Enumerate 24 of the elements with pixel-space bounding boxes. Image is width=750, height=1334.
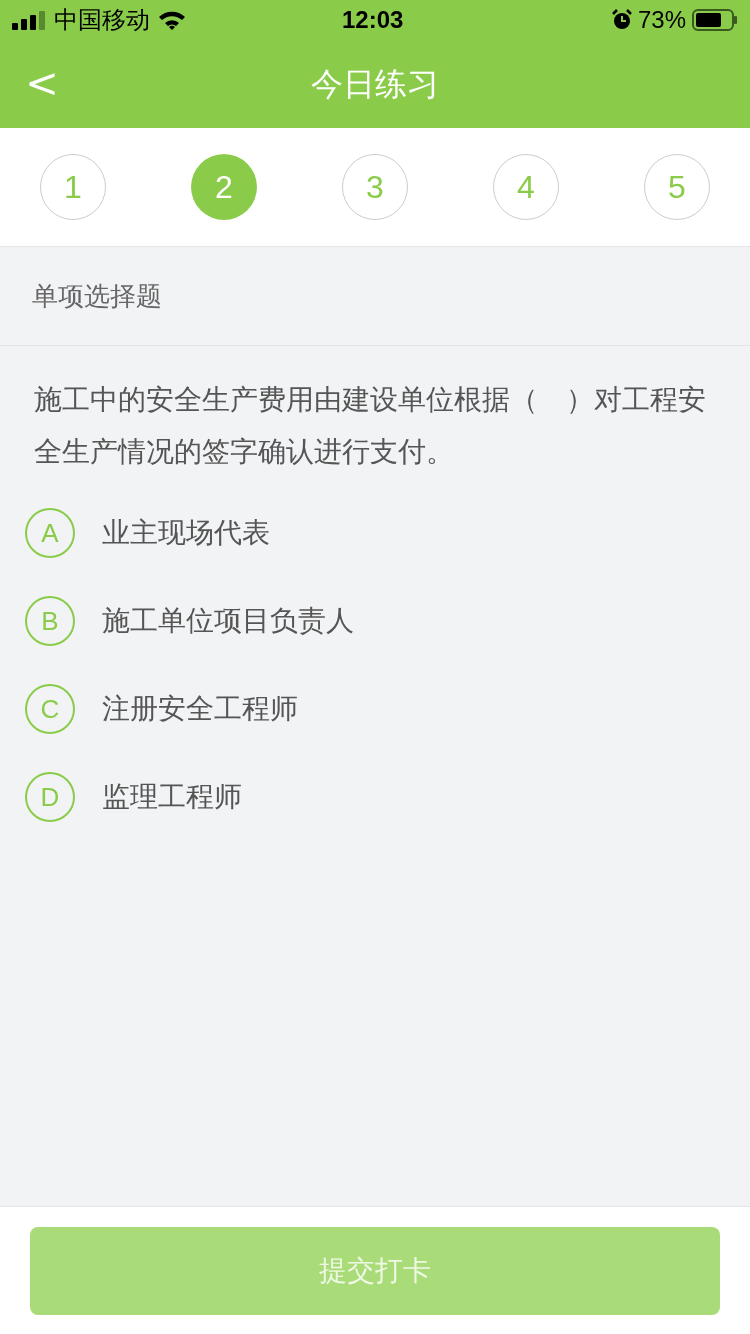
question-text: 施工中的安全生产费用由建设单位根据（ ）对工程安全生产情况的签字确认进行支付。: [33, 383, 707, 469]
section-label: 单项选择题: [32, 279, 162, 313]
question-number-tab[interactable]: 2: [191, 154, 257, 220]
question-number-tab[interactable]: 4: [493, 154, 559, 220]
wifi-icon: [158, 10, 186, 30]
option-letter[interactable]: C: [25, 684, 75, 734]
signal-icon: [12, 10, 48, 30]
option-text[interactable]: 施工单位项目负责人: [102, 600, 354, 642]
question-number-tab[interactable]: 1: [40, 154, 106, 220]
battery-percent: 73%: [637, 5, 686, 35]
page-title: 今日练习: [311, 65, 439, 104]
question-number-tab[interactable]: 5: [644, 154, 710, 220]
carrier-name: 中国移动: [54, 5, 150, 35]
question-number-tab[interactable]: 3: [342, 154, 408, 220]
option-text[interactable]: 业主现场代表: [102, 512, 270, 554]
option-letter[interactable]: B: [25, 596, 75, 646]
clock-time: 12:03: [342, 5, 404, 35]
battery-icon: [692, 9, 738, 31]
option-text[interactable]: 注册安全工程师: [102, 688, 298, 730]
alarm-icon: [611, 9, 632, 31]
option-text[interactable]: 监理工程师: [102, 776, 242, 818]
back-button[interactable]: <: [22, 58, 62, 108]
option-letter[interactable]: A: [25, 508, 75, 558]
option-letter[interactable]: D: [25, 772, 75, 822]
